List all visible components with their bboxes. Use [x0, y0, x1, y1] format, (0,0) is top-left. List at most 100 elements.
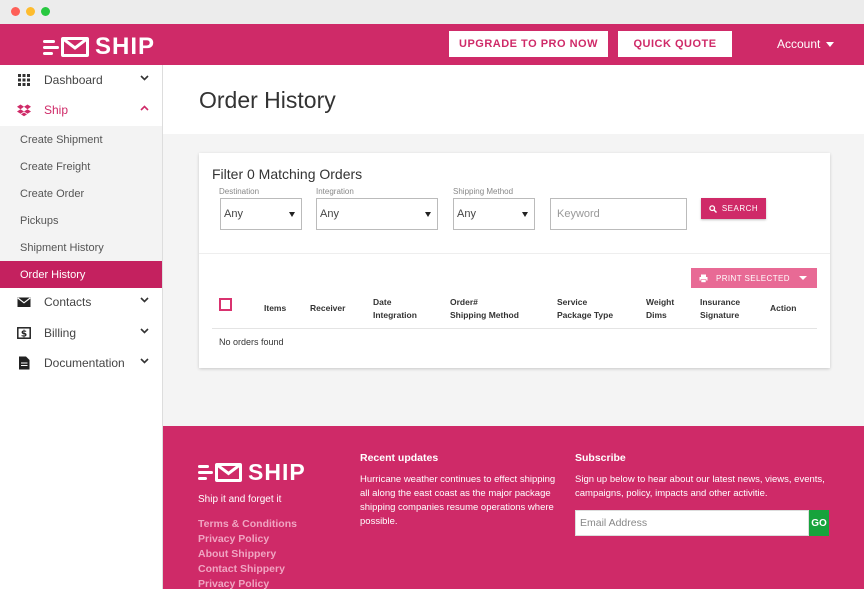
integration-label: Integration [316, 187, 354, 196]
subscribe-text: Sign up below to hear about our latest n… [575, 474, 825, 499]
subnav-create-order[interactable]: Create Order [0, 180, 162, 207]
col-receiver[interactable]: Receiver [310, 302, 345, 315]
sidebar-item-label: Billing [44, 326, 77, 340]
filter-title: Filter 0 Matching Orders [212, 166, 363, 182]
top-navbar: SHIP UPGRADE TO PRO NOW QUICK QUOTE Acco… [0, 24, 864, 65]
subnav-shipment-history[interactable]: Shipment History [0, 234, 162, 261]
footer: SHIP Ship it and forget it Terms & Condi… [163, 426, 864, 589]
account-menu[interactable]: Account [777, 37, 835, 51]
shipping-method-value: Any [457, 208, 476, 220]
shipping-method-select[interactable]: Any [453, 198, 535, 230]
search-button-label: SEARCH [721, 204, 759, 213]
sidebar-item-label: Ship [44, 103, 69, 117]
footer-logo[interactable]: SHIP [198, 459, 306, 486]
footer-link-about[interactable]: About Shippery [198, 548, 276, 560]
col-insurance-signature[interactable]: Insurance Signature [700, 296, 740, 322]
col-shipping-method: Shipping Method [450, 310, 519, 320]
col-weight: Weight [646, 297, 675, 307]
print-selected-button[interactable]: PRINT SELECTED [691, 268, 817, 288]
sidebar-item-billing[interactable]: $ Billing [0, 318, 163, 348]
col-action[interactable]: Action [770, 302, 796, 315]
document-icon [19, 356, 30, 370]
subnav-pickups[interactable]: Pickups [0, 207, 162, 234]
subnav-create-freight[interactable]: Create Freight [0, 153, 162, 180]
col-service-package[interactable]: Service Package Type [557, 296, 613, 322]
col-package-type: Package Type [557, 310, 614, 320]
sidebar-item-label: Contacts [44, 295, 92, 309]
close-window-button[interactable] [11, 7, 20, 16]
dropdown-arrow-icon [289, 212, 295, 217]
chevron-down-icon [140, 358, 149, 364]
page-title: Order History [199, 87, 336, 113]
speed-lines-icon [198, 465, 213, 480]
minimize-window-button[interactable] [26, 7, 35, 16]
dollar-icon: $ [17, 327, 31, 340]
printer-icon [699, 274, 708, 283]
grid-icon [18, 74, 30, 86]
sidebar-item-ship[interactable]: Ship [0, 95, 163, 125]
shipping-method-label: Shipping Method [453, 187, 514, 196]
print-selected-label: PRINT SELECTED [716, 273, 790, 283]
envelope-logo-icon [61, 37, 89, 57]
col-items[interactable]: Items [264, 302, 286, 315]
col-service: Service [557, 297, 588, 307]
col-signature: Signature [700, 310, 740, 320]
col-date-integration[interactable]: Date Integration [373, 296, 417, 322]
chevron-up-icon [140, 105, 149, 111]
subnav-create-shipment[interactable]: Create Shipment [0, 126, 162, 153]
destination-label: Destination [219, 187, 260, 196]
recent-updates-text: Hurricane weather continues to effect sh… [360, 474, 556, 527]
sidebar-item-dashboard[interactable]: Dashboard [0, 65, 163, 95]
table-header-divider [212, 328, 817, 329]
integration-select[interactable]: Any [316, 198, 438, 230]
footer-link-terms[interactable]: Terms & Conditions [198, 518, 297, 530]
brand-logo[interactable]: SHIP [43, 33, 155, 61]
dropdown-arrow-icon [425, 212, 431, 217]
sidebar-item-label: Documentation [44, 356, 125, 370]
col-date: Date [373, 297, 392, 307]
chevron-down-icon [140, 328, 149, 334]
envelope-logo-icon [215, 463, 242, 482]
quick-quote-button[interactable]: QUICK QUOTE [618, 31, 732, 57]
window-titlebar [0, 0, 864, 24]
page-header: Order History [163, 65, 864, 134]
upgrade-to-pro-button[interactable]: UPGRADE TO PRO NOW [449, 31, 608, 57]
footer-link-contact[interactable]: Contact Shippery [198, 563, 285, 575]
envelope-icon [17, 297, 31, 307]
brand-name: SHIP [95, 33, 156, 60]
caret-down-icon[interactable] [799, 276, 807, 280]
col-order-shipping[interactable]: Order# Shipping Method [450, 296, 519, 322]
dropbox-icon [17, 104, 31, 117]
recent-updates-title: Recent updates [360, 452, 439, 464]
chevron-down-icon [140, 297, 149, 303]
col-order-number: Order# [450, 297, 478, 307]
sidebar-item-contacts[interactable]: Contacts [0, 287, 163, 317]
caret-down-icon [826, 41, 835, 47]
dropdown-arrow-icon [522, 212, 528, 217]
subscribe-go-button[interactable]: GO [809, 510, 829, 536]
ship-submenu: Create Shipment Create Freight Create Or… [0, 126, 162, 288]
col-insurance: Insurance [700, 297, 741, 307]
select-all-checkbox[interactable] [219, 298, 232, 311]
card-divider [199, 253, 830, 254]
search-button[interactable]: SEARCH [701, 198, 766, 219]
col-integration: Integration [373, 310, 417, 320]
orders-card: Filter 0 Matching Orders Destination Any… [199, 153, 830, 368]
destination-select[interactable]: Any [220, 198, 302, 230]
footer-link-privacy[interactable]: Privacy Policy [198, 533, 269, 545]
footer-link-privacy-2[interactable]: Privacy Policy [198, 578, 269, 589]
svg-text:$: $ [21, 330, 27, 340]
search-icon [709, 204, 717, 213]
email-input[interactable] [575, 510, 809, 536]
footer-tagline: Ship it and forget it [198, 494, 282, 505]
subnav-order-history[interactable]: Order History [0, 261, 162, 288]
col-weight-dims[interactable]: Weight Dims [646, 296, 674, 322]
col-dims: Dims [646, 310, 667, 320]
sidebar-item-documentation[interactable]: Documentation [0, 348, 163, 378]
empty-state-text: No orders found [219, 337, 284, 347]
subscribe-title: Subscribe [575, 452, 626, 464]
maximize-window-button[interactable] [41, 7, 50, 16]
keyword-input[interactable] [550, 198, 687, 230]
integration-value: Any [320, 208, 339, 220]
speed-lines-icon [43, 39, 59, 55]
